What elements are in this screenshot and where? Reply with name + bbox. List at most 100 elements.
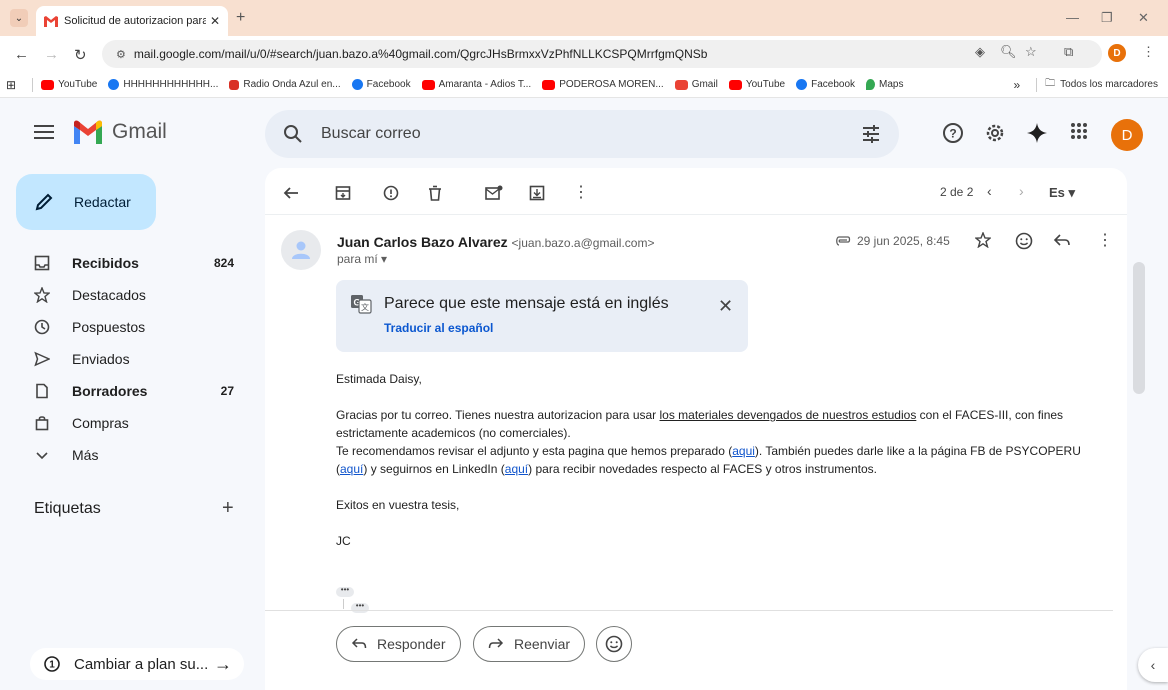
address-bar: ← → ↻ ⚙ mail.google.com/mail/u/0/#search… <box>0 36 1168 72</box>
extensions-icon[interactable]: ⧉ <box>1064 44 1073 60</box>
zoom-icon[interactable]: 🔍︎ <box>1000 44 1017 60</box>
divider <box>265 214 1127 215</box>
sidebar-item-purchases[interactable]: Compras <box>16 407 246 439</box>
account-avatar[interactable]: D <box>1111 119 1143 151</box>
tab-close-icon[interactable]: ✕ <box>210 14 220 28</box>
sidebar-item-snoozed[interactable]: Pospuestos <box>16 311 246 343</box>
site-info-icon[interactable]: ⚙ <box>116 48 126 61</box>
compose-button[interactable]: Redactar <box>16 174 156 230</box>
minimize-icon[interactable]: — <box>1066 10 1079 25</box>
divider <box>32 77 34 92</box>
search-icon[interactable] <box>283 124 303 144</box>
sidebar-item-label: Pospuestos <box>72 319 146 335</box>
bookmark-item[interactable]: Radio Onda Azul en... <box>229 79 341 90</box>
new-tab-icon[interactable]: + <box>236 9 245 27</box>
scrollbar-thumb[interactable] <box>1133 262 1145 394</box>
reload-icon[interactable]: ↻ <box>74 46 87 64</box>
bookmark-item[interactable]: Facebook <box>351 79 411 90</box>
linkedin-link[interactable]: aquí <box>505 462 528 476</box>
sidebar-item-starred[interactable]: Destacados <box>16 279 246 311</box>
more-options-icon[interactable]: ⋮ <box>573 182 589 202</box>
gemini-sparkle-icon[interactable] <box>1026 122 1048 144</box>
main-menu-icon[interactable] <box>34 124 54 140</box>
translate-link[interactable]: Traducir al español <box>384 321 493 335</box>
settings-gear-icon[interactable] <box>984 122 1006 144</box>
bookmark-item[interactable]: HHHHHHHHHHHH... <box>108 79 218 90</box>
more-bookmarks-icon[interactable]: » <box>1013 78 1020 92</box>
move-to-icon[interactable] <box>529 185 545 201</box>
materials-link[interactable]: los materiales devengados de nuestros es… <box>660 408 917 422</box>
translate-banner: G文 Parece que este mensaje está en inglé… <box>336 280 748 352</box>
aqui-link[interactable]: aqui <box>732 444 755 458</box>
clock-icon <box>34 319 50 335</box>
bookmark-item[interactable]: Amaranta - Adios T... <box>421 79 531 90</box>
sender-email: <juan.bazo.a@gmail.com> <box>511 236 655 250</box>
reply-icon[interactable] <box>1053 232 1071 248</box>
restore-icon[interactable]: ❐ <box>1101 10 1113 26</box>
sender-avatar[interactable] <box>281 230 321 270</box>
bookmark-item[interactable]: PODEROSA MOREN... <box>542 79 664 90</box>
archive-icon[interactable] <box>335 185 351 201</box>
forward-label: Reenviar <box>514 636 571 652</box>
browser-menu-icon[interactable]: ⋮ <box>1142 44 1155 60</box>
back-to-list-icon[interactable] <box>283 185 299 201</box>
apps-grid-icon[interactable] <box>1070 122 1088 140</box>
gmail-logo[interactable]: Gmail <box>72 120 167 144</box>
bookmark-item[interactable]: Maps <box>866 79 903 90</box>
facebook-link[interactable]: aquí <box>340 462 363 476</box>
browser-profile-avatar[interactable]: D <box>1108 44 1126 62</box>
show-trimmed-content-button[interactable]: ••• <box>336 586 354 597</box>
upgrade-plan-button[interactable]: 1 Cambiar a plan su... → <box>30 648 244 680</box>
sidebar-item-sent[interactable]: Enviados <box>16 343 246 375</box>
sidebar-item-drafts[interactable]: Borradores 27 <box>16 375 246 407</box>
forward-icon[interactable]: → <box>44 46 59 63</box>
side-panel-toggle-chevron-icon[interactable]: ‹ <box>1138 648 1168 682</box>
delete-trash-icon[interactable] <box>427 185 443 201</box>
sidebar-item-more[interactable]: Más <box>16 439 246 471</box>
recipient-details[interactable]: para mí ▾ <box>337 252 387 266</box>
reply-button[interactable]: Responder <box>336 626 461 662</box>
emoji-reaction-button[interactable] <box>596 626 632 662</box>
search-input[interactable]: Buscar correo <box>265 110 899 158</box>
back-icon[interactable]: ← <box>14 46 29 63</box>
sender-name[interactable]: Juan Carlos Bazo Alvarez <box>337 234 508 250</box>
older-chevron-icon[interactable]: › <box>1019 183 1024 199</box>
window-close-icon[interactable]: ✕ <box>1138 10 1149 26</box>
show-quoted-content-button[interactable]: ••• <box>351 602 369 613</box>
forward-button[interactable]: Reenviar <box>473 626 586 662</box>
apps-grid-icon[interactable]: ⊞ <box>6 78 16 92</box>
report-spam-icon[interactable] <box>383 185 399 201</box>
bookmark-item[interactable]: Gmail <box>674 79 718 90</box>
emoji-react-icon[interactable] <box>1015 232 1033 250</box>
folder-icon: 🗀 <box>1045 78 1056 89</box>
bookmark-favicon-icon <box>866 79 876 90</box>
sidebar-item-label: Compras <box>72 415 129 431</box>
bookmark-star-icon[interactable]: ☆ <box>1025 44 1037 60</box>
bookmark-item[interactable]: YouTube <box>41 79 97 90</box>
star-message-icon[interactable] <box>975 232 991 248</box>
add-label-icon[interactable]: + <box>222 497 234 520</box>
newer-chevron-icon[interactable]: ‹ <box>987 183 992 199</box>
sidebar-item-inbox[interactable]: Recibidos 824 <box>16 247 246 279</box>
divider <box>265 610 1113 611</box>
bookmark-favicon-icon <box>421 79 435 90</box>
input-language-button[interactable]: Es ▾ <box>1049 185 1075 201</box>
caret-down-icon[interactable]: ▾ <box>381 252 387 266</box>
close-icon[interactable]: ✕ <box>718 296 733 317</box>
info-number-icon: 1 <box>44 656 60 672</box>
mark-unread-icon[interactable] <box>485 185 503 201</box>
message-more-icon[interactable]: ⋮ <box>1097 230 1113 250</box>
upgrade-label: Cambiar a plan su... <box>74 655 209 673</box>
search-options-icon[interactable] <box>861 124 881 144</box>
message-panel: ⋮ 2 de 2 ‹ › Es ▾ Juan Carlos Bazo Alvar… <box>265 168 1127 690</box>
browser-tab[interactable]: Solicitud de autorizacion para e ✕ <box>36 6 228 36</box>
url-field[interactable]: ⚙ mail.google.com/mail/u/0/#search/juan.… <box>102 40 1102 68</box>
bookmark-item[interactable]: YouTube <box>728 79 785 90</box>
shopping-bag-icon <box>34 415 50 431</box>
extension-eye-icon[interactable]: ◈ <box>975 44 985 60</box>
tab-search-button[interactable]: ⌄ <box>10 9 28 27</box>
all-bookmarks-folder[interactable]: 🗀 Todos los marcadores <box>1045 76 1158 93</box>
bookmarks-bar: ⊞ YouTube HHHHHHHHHHHH... Radio Onda Azu… <box>0 72 1168 98</box>
bookmark-item[interactable]: Facebook <box>796 79 855 90</box>
help-icon[interactable]: ? <box>942 122 964 144</box>
